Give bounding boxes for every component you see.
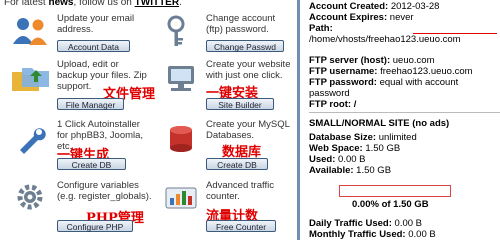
- available-value: 1.50 GB: [356, 165, 392, 176]
- ftp-server-label: FTP server (host):: [309, 55, 391, 66]
- account-data-button[interactable]: Account Data: [57, 40, 130, 52]
- ftp-root-line: FTP root: /: [309, 99, 356, 110]
- configure-php-button[interactable]: Configure PHP: [57, 220, 133, 232]
- used-line: Used: 0.00 B: [309, 154, 366, 165]
- database-size-value: unlimited: [378, 132, 417, 143]
- file-manager-button[interactable]: File Manager: [57, 98, 124, 110]
- ftp-password-value-cont: password: [309, 88, 350, 99]
- announcement-suffix: .: [179, 0, 182, 8]
- account-expires-value: never: [389, 12, 414, 23]
- monthly-traffic-line: Monthly Traffic Used: 0.00 B: [309, 229, 436, 240]
- key-icon: [158, 14, 204, 48]
- announcement-line: For latest news, follow us on TWITTER.: [4, 0, 182, 8]
- ftp-username-label: FTP username:: [309, 66, 378, 77]
- configure-php-desc: Configure variables (e.g. register_globa…: [57, 180, 152, 202]
- folders-icon: [8, 62, 54, 96]
- daily-traffic-label: Daily Traffic Used:: [309, 218, 392, 229]
- ftp-server-line: FTP server (host): ueuo.com: [309, 55, 435, 66]
- ftp-server-value: ueuo.com: [392, 55, 435, 66]
- gear-icon: [8, 180, 54, 214]
- announcement-prefix: For latest: [4, 0, 49, 8]
- counter-icon: [158, 180, 204, 214]
- space-usage-text: 0.00% of 1.50 GB: [352, 199, 429, 210]
- web-space-line: Web Space: 1.50 GB: [309, 143, 400, 154]
- announcement-news: news: [48, 0, 74, 8]
- account-expires-label: Account Expires:: [309, 12, 388, 23]
- ftp-root-label: FTP root:: [309, 99, 352, 110]
- path-underline: [413, 33, 497, 34]
- site-builder-button[interactable]: Site Builder: [206, 98, 274, 110]
- available-line: Available: 1.50 GB: [309, 165, 391, 176]
- ftp-password-value: equal with account: [379, 77, 459, 88]
- space-usage-bar: [339, 185, 451, 197]
- change-passwd-button[interactable]: Change Passwd: [206, 40, 284, 52]
- available-label: Available:: [309, 165, 354, 176]
- monthly-traffic-value: 0.00 B: [408, 229, 436, 240]
- change-passwd-desc: Change account (ftp) password.: [206, 13, 276, 35]
- site-builder-desc: Create your website with just one click.: [206, 59, 291, 81]
- computer-icon: [158, 62, 204, 96]
- path-value: /home/vhosts/freehao123.ueuo.com: [309, 34, 461, 45]
- account-expires-line: Account Expires: never: [309, 12, 414, 23]
- plan-title-text: SMALL/NORMAL SITE (no ads): [309, 118, 450, 129]
- announcement-middle: , follow us on: [73, 0, 135, 8]
- database-icon: [158, 122, 204, 156]
- plan-title: SMALL/NORMAL SITE (no ads): [309, 118, 449, 129]
- free-counter-desc: Advanced traffic counter.: [206, 180, 274, 202]
- ftp-password-label: FTP password:: [309, 77, 377, 88]
- create-db-button[interactable]: Create DB: [206, 158, 268, 170]
- daily-traffic-line: Daily Traffic Used: 0.00 B: [309, 218, 422, 229]
- people-icon: [8, 14, 54, 48]
- ftp-username-line: FTP username: freehao123.ueuo.com: [309, 66, 473, 77]
- account-created-label: Account Created:: [309, 1, 389, 12]
- path-line: Path:: [309, 23, 333, 34]
- account-data-desc: Update your email address.: [57, 13, 135, 35]
- daily-traffic-value: 0.00 B: [394, 218, 422, 229]
- wrench-icon: [8, 122, 54, 156]
- monthly-traffic-label: Monthly Traffic Used:: [309, 229, 406, 240]
- database-size-label: Database Size:: [309, 132, 377, 143]
- used-value: 0.00 B: [338, 154, 366, 165]
- twitter-link[interactable]: TWITTER: [135, 0, 179, 8]
- autoinstaller-button[interactable]: Create DB: [57, 158, 126, 170]
- ftp-root-value: /: [353, 99, 357, 110]
- database-size-line: Database Size: unlimited: [309, 132, 417, 143]
- ftp-password-line: FTP password: equal with account: [309, 77, 458, 88]
- path-label: Path:: [309, 23, 333, 34]
- web-space-label: Web Space:: [309, 143, 363, 154]
- used-label: Used:: [309, 154, 336, 165]
- create-db-desc: Create your MySQL Databases.: [206, 119, 290, 141]
- web-space-value: 1.50 GB: [365, 143, 401, 154]
- ftp-username-value: freehao123.ueuo.com: [380, 66, 473, 77]
- account-created-line: Account Created: 2012-03-28: [309, 1, 439, 12]
- account-created-value: 2012-03-28: [390, 1, 440, 12]
- free-counter-button[interactable]: Free Counter: [206, 220, 276, 232]
- space-usage-value: 0.00% of 1.50 GB: [352, 199, 429, 210]
- section-separator: [309, 112, 500, 113]
- panel-divider: [297, 0, 300, 240]
